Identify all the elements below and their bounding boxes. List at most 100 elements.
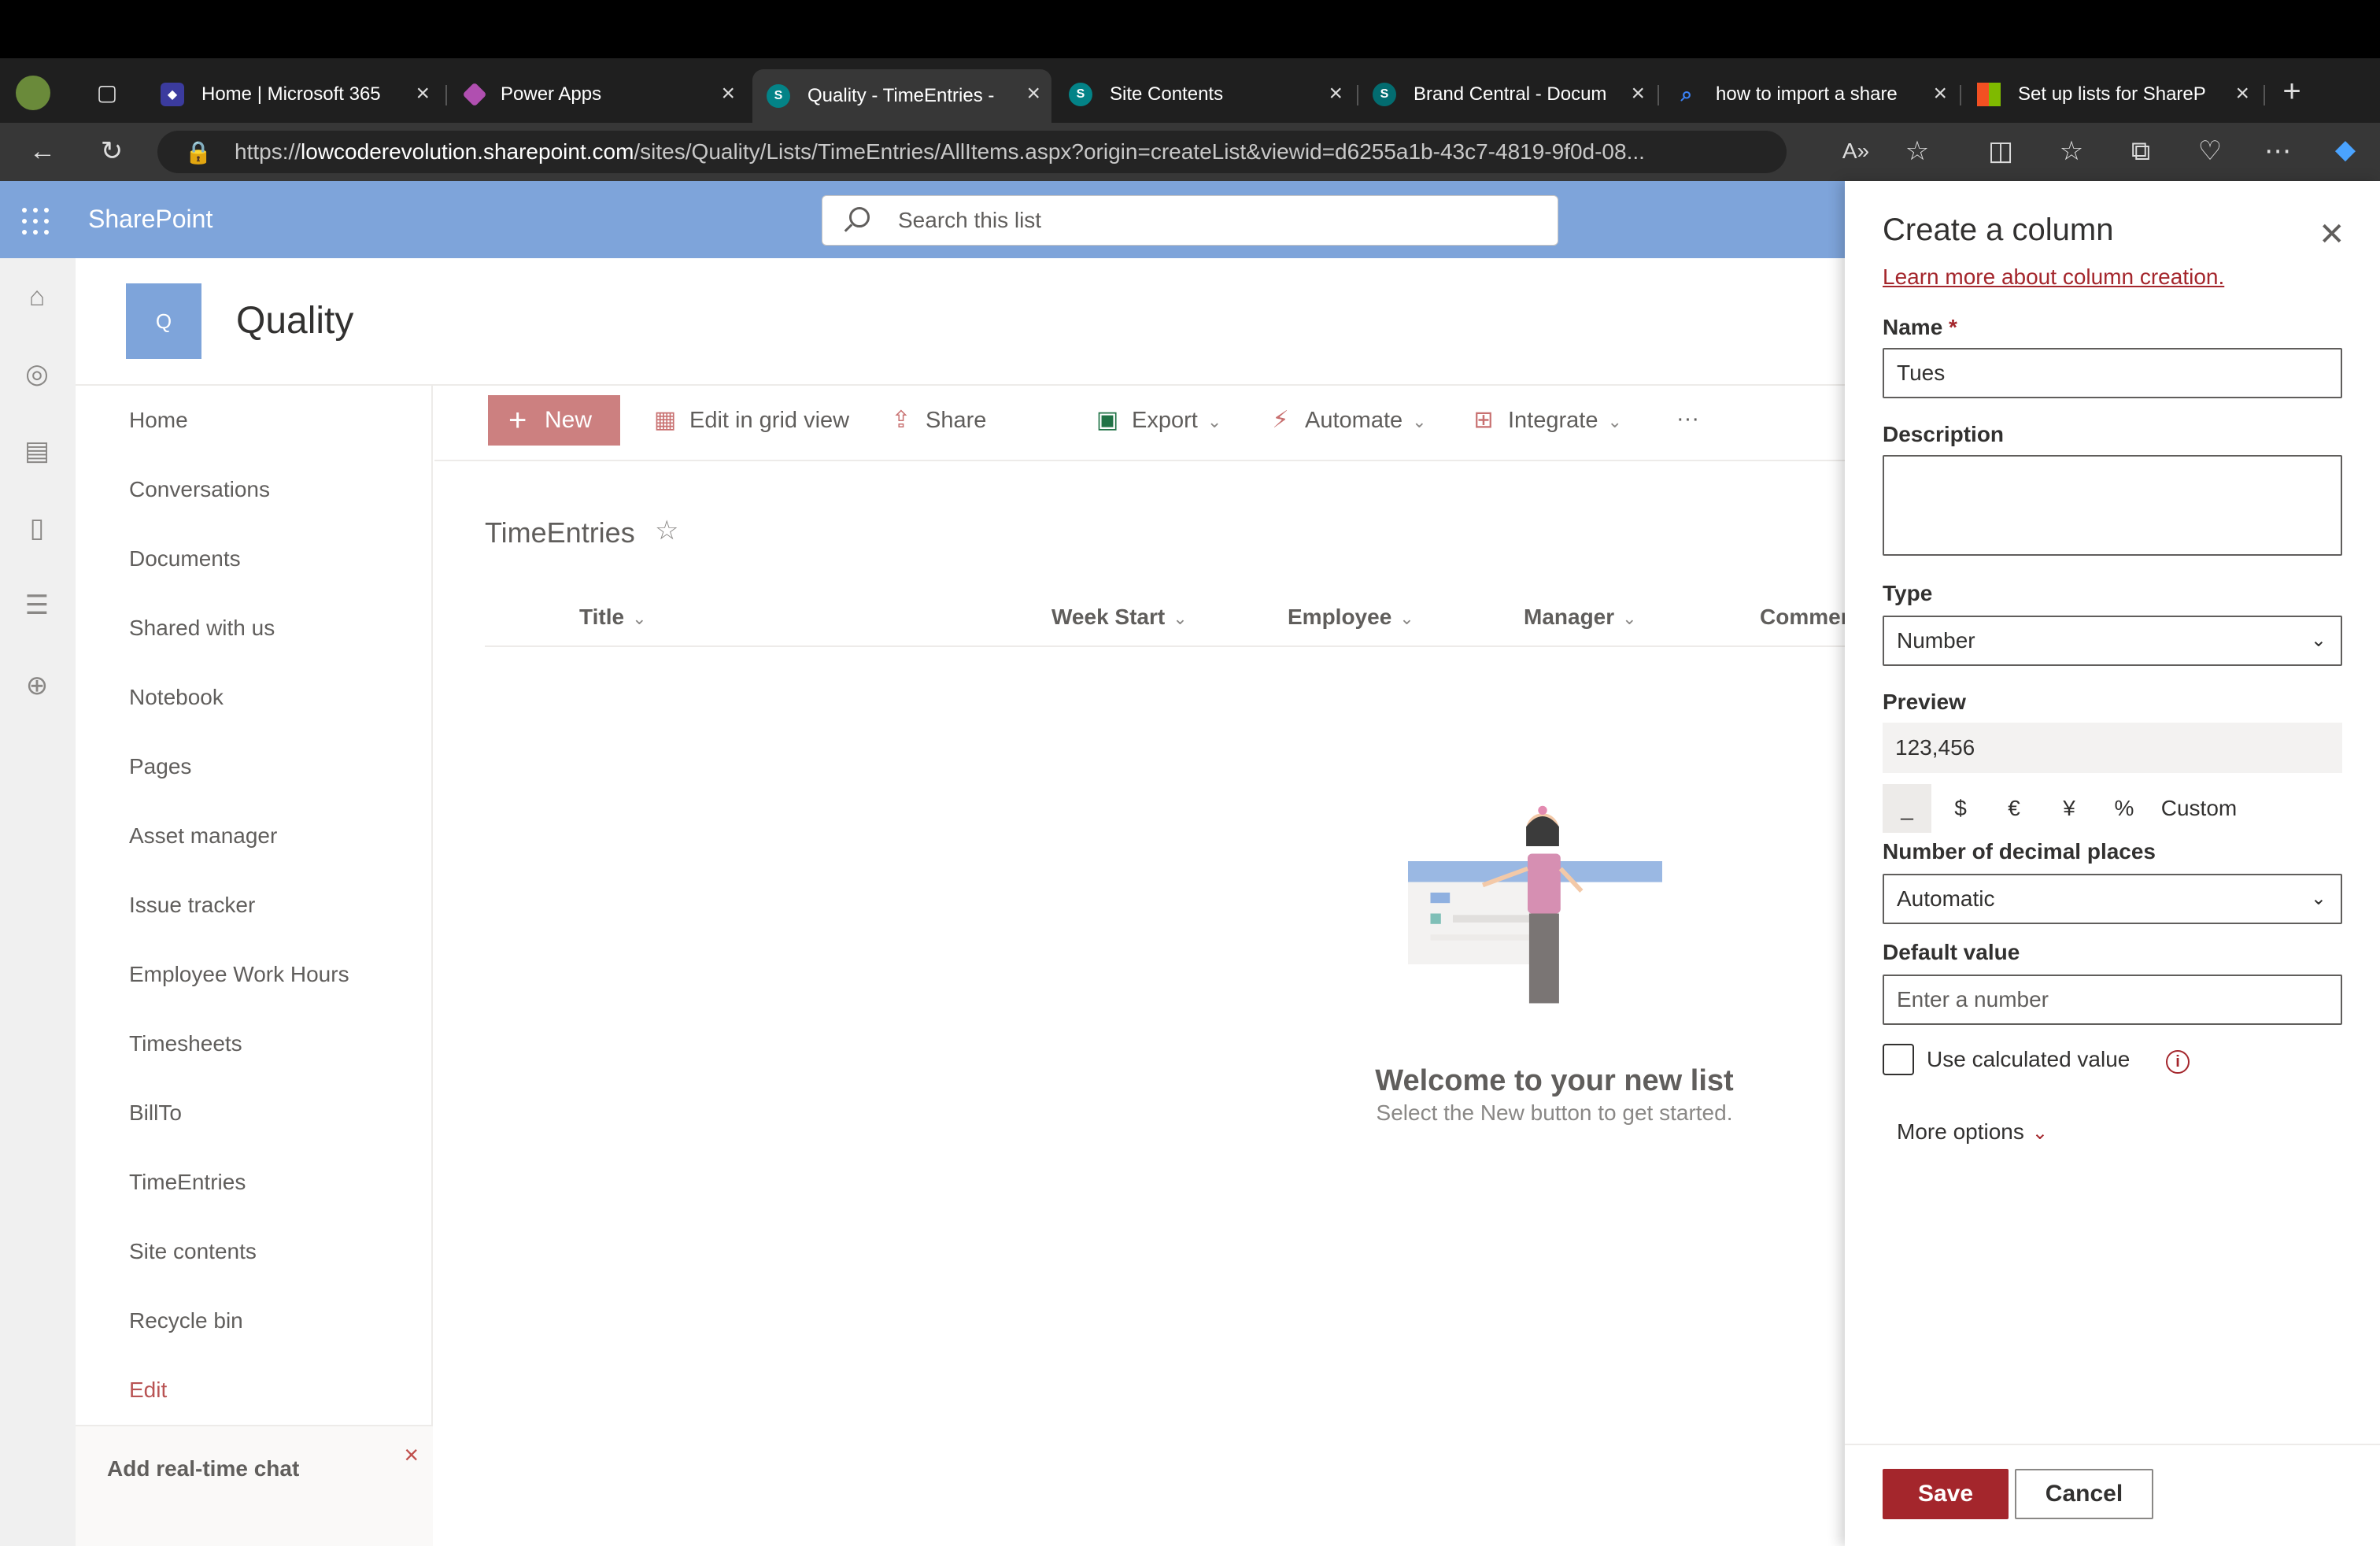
refresh-icon[interactable]: ↻	[94, 135, 129, 167]
back-icon[interactable]: ←	[25, 135, 60, 167]
more-menu-icon[interactable]: ⋯	[2260, 135, 2295, 167]
empty-list-illustration	[1408, 805, 1662, 1004]
site-title[interactable]: Quality	[236, 299, 353, 342]
news-icon[interactable]: ▤	[22, 436, 52, 466]
nav-edit-link[interactable]: Edit	[129, 1378, 167, 1403]
nav-item-pages[interactable]: Pages	[129, 754, 191, 779]
default-value-field[interactable]: Enter a number	[1883, 975, 2342, 1025]
list-title[interactable]: TimeEntries	[485, 516, 635, 549]
site-logo[interactable]: Q	[126, 283, 201, 359]
format-dollar-button[interactable]: $	[1936, 784, 1985, 833]
column-header-manager[interactable]: Manager ⌄	[1524, 605, 1637, 630]
chat-promo-text[interactable]: Add real-time chat	[107, 1456, 299, 1481]
learn-more-link[interactable]: Learn more about column creation.	[1883, 264, 2224, 290]
save-button[interactable]: Save	[1883, 1469, 2009, 1519]
close-icon[interactable]: ✕	[2319, 219, 2345, 250]
nav-item-issue-tracker[interactable]: Issue tracker	[129, 893, 255, 918]
cancel-button[interactable]: Cancel	[2015, 1469, 2153, 1519]
new-tab-icon[interactable]: +	[2275, 76, 2309, 107]
description-field[interactable]	[1883, 455, 2342, 556]
copilot-icon[interactable]: ◆	[2328, 134, 2363, 165]
tab-setup-lists[interactable]: Set up lists for ShareP ×	[1963, 69, 2260, 120]
format-yen-button[interactable]: ¥	[2045, 784, 2094, 833]
nav-item-notebook[interactable]: Notebook	[129, 685, 224, 710]
tab-brand-central[interactable]: S Brand Central - Docum ×	[1358, 69, 1656, 120]
tab-home-m365[interactable]: ◆ Home | Microsoft 365 ×	[146, 69, 441, 120]
column-header-title[interactable]: Title ⌄	[579, 605, 647, 630]
export-button[interactable]: ▣ Export ⌄	[1094, 406, 1221, 434]
url-field[interactable]: 🔒 https://lowcoderevolution.sharepoint.c…	[157, 131, 1787, 173]
nav-item-timesheets[interactable]: Timesheets	[129, 1031, 242, 1056]
empty-state-subtitle: Select the New button to get started.	[1376, 1100, 1733, 1125]
format-custom-button[interactable]: Custom	[2152, 784, 2246, 833]
tab-search-import[interactable]: ⌕ how to import a share ×	[1661, 69, 1958, 120]
sharepoint-brand[interactable]: SharePoint	[88, 205, 213, 234]
close-tab-icon[interactable]: ×	[721, 82, 735, 105]
globe-icon[interactable]: ◎	[22, 359, 52, 389]
search-input[interactable]: Search this list	[822, 195, 1558, 246]
nav-item-shared-with-us[interactable]: Shared with us	[129, 616, 275, 641]
nav-item-documents[interactable]: Documents	[129, 546, 241, 571]
column-header-employee[interactable]: Employee ⌄	[1288, 605, 1414, 630]
nav-item-conversations[interactable]: Conversations	[129, 477, 270, 502]
format-none-button[interactable]: _	[1883, 784, 1931, 833]
search-placeholder: Search this list	[898, 208, 1042, 232]
tab-separator	[1658, 85, 1659, 105]
tab-quality-timeentries[interactable]: S Quality - TimeEntries - ×	[752, 69, 1051, 123]
lists-icon[interactable]: ☰	[22, 590, 52, 620]
nav-item-recycle-bin[interactable]: Recycle bin	[129, 1308, 243, 1333]
tab-actions-icon[interactable]: ▢	[90, 77, 124, 109]
profile-avatar[interactable]	[16, 76, 50, 110]
column-header-comments[interactable]: Commen	[1760, 605, 1854, 630]
app-launcher-icon[interactable]	[22, 208, 49, 235]
collections-icon[interactable]: ⧉	[2123, 135, 2158, 167]
nav-item-home[interactable]: Home	[129, 408, 188, 433]
close-icon[interactable]: ×	[404, 1441, 419, 1470]
sharepoint-icon: S	[767, 84, 790, 108]
close-tab-icon[interactable]: ×	[1933, 82, 1947, 105]
nav-item-asset-manager[interactable]: Asset manager	[129, 823, 277, 849]
browser-essentials-icon[interactable]: ♡	[2193, 135, 2227, 167]
nav-item-site-contents[interactable]: Site contents	[129, 1239, 257, 1264]
calculated-value-label[interactable]: Use calculated value	[1927, 1047, 2130, 1072]
favorite-star-icon[interactable]: ☆	[1900, 135, 1935, 167]
automate-button[interactable]: ⚡ Automate ⌄	[1267, 406, 1427, 434]
decimal-places-dropdown[interactable]: Automatic ⌄	[1883, 874, 2342, 924]
split-screen-icon[interactable]: ◫	[1983, 135, 2018, 167]
share-icon: ⇪	[891, 407, 911, 433]
favorites-icon[interactable]: ☆	[2054, 135, 2089, 167]
nav-item-timeentries[interactable]: TimeEntries	[129, 1170, 246, 1195]
nav-item-billto[interactable]: BillTo	[129, 1100, 182, 1126]
close-tab-icon[interactable]: ×	[1026, 82, 1040, 105]
favorite-star-icon[interactable]: ☆	[655, 515, 678, 546]
chat-promo: × Add real-time chat	[76, 1425, 433, 1546]
chevron-down-icon: ⌄	[1412, 412, 1427, 431]
name-field[interactable]: Tues	[1883, 348, 2342, 398]
type-dropdown[interactable]: Number ⌄	[1883, 616, 2342, 666]
file-icon[interactable]: ▯	[22, 513, 52, 543]
close-tab-icon[interactable]: ×	[2235, 82, 2249, 105]
search-icon	[849, 207, 870, 227]
close-tab-icon[interactable]: ×	[416, 82, 430, 105]
edit-grid-view-button[interactable]: ▦ Edit in grid view	[652, 406, 849, 434]
share-button[interactable]: ⇪ Share	[888, 406, 986, 434]
create-icon[interactable]: ⊕	[22, 671, 52, 701]
format-euro-button[interactable]: €	[1990, 784, 2038, 833]
tab-site-contents[interactable]: S Site Contents ×	[1055, 69, 1354, 120]
tab-power-apps[interactable]: Power Apps ×	[452, 69, 746, 120]
close-tab-icon[interactable]: ×	[1329, 82, 1343, 105]
home-icon[interactable]: ⌂	[22, 282, 52, 312]
read-aloud-icon[interactable]: A»	[1839, 135, 1873, 167]
more-options-toggle[interactable]: More options ⌄	[1897, 1119, 2048, 1145]
calculated-value-checkbox[interactable]	[1883, 1044, 1914, 1075]
nav-item-employee-work-hours[interactable]: Employee Work Hours	[129, 962, 349, 987]
close-tab-icon[interactable]: ×	[1631, 82, 1645, 105]
more-commands-button[interactable]: ···	[1676, 406, 1699, 432]
chevron-down-icon: ⌄	[1622, 608, 1637, 628]
integrate-button[interactable]: ⊞ Integrate ⌄	[1470, 406, 1622, 434]
column-header-week-start[interactable]: Week Start ⌄	[1051, 605, 1188, 630]
info-icon[interactable]: i	[2166, 1050, 2190, 1074]
empty-state-title: Welcome to your new list	[1375, 1064, 1734, 1097]
format-percent-button[interactable]: %	[2100, 784, 2149, 833]
new-button[interactable]: + New	[488, 395, 620, 446]
